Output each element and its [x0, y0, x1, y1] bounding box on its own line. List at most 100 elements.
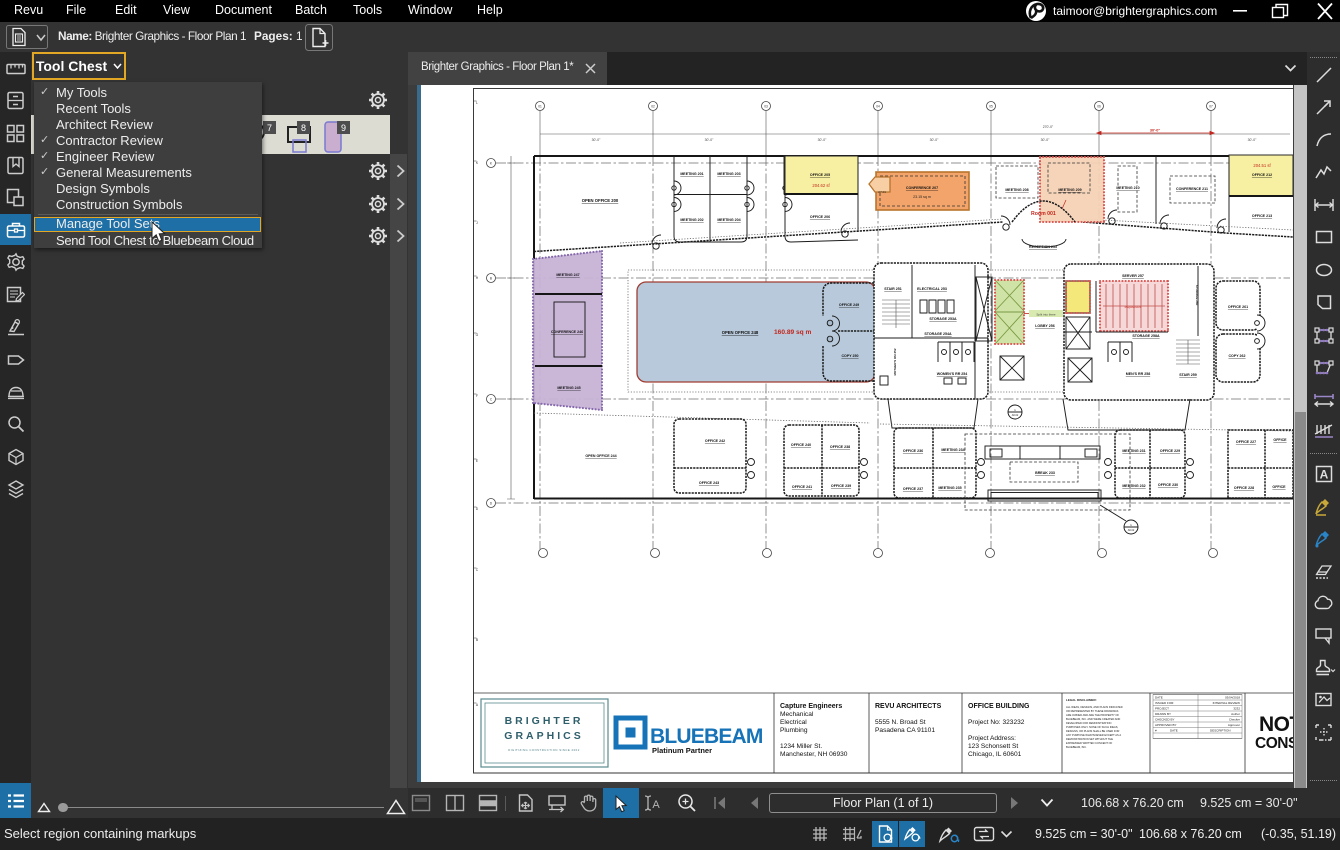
svg-text:ARE OWNED AND ARE THE PROPERTY: ARE OWNED AND ARE THE PROPERTY OF [1066, 713, 1119, 717]
svg-text:RECEPTION 255: RECEPTION 255 [1029, 245, 1057, 249]
svg-text:9: 9 [341, 123, 346, 133]
svg-text:MEETING 231: MEETING 231 [1122, 449, 1145, 453]
svg-text:Checker: Checker [1229, 718, 1240, 722]
svg-text:OFFICE: OFFICE [1273, 438, 1287, 442]
svg-text:DATE: DATE [1170, 729, 1178, 733]
svg-text:OFFICE 206: OFFICE 206 [810, 215, 830, 219]
svg-text:STAIR 251: STAIR 251 [884, 287, 902, 291]
svg-text:MEETING 202: MEETING 202 [680, 218, 703, 222]
svg-text:OFFICE 237: OFFICE 237 [903, 487, 923, 491]
svg-text:STORAGE 253A: STORAGE 253A [929, 317, 957, 321]
svg-text:Chicago, IL 60601: Chicago, IL 60601 [968, 751, 1022, 758]
svg-text:OFFICE 238: OFFICE 238 [830, 445, 850, 449]
svg-text:STAIR 259: STAIR 259 [1179, 373, 1197, 377]
svg-text:Pasadena CA 91101: Pasadena CA 91101 [875, 727, 935, 734]
svg-text:Room 001: Room 001 [1031, 211, 1056, 217]
svg-text:Author: Author [1231, 712, 1240, 716]
svg-text:Approver: Approver [1228, 723, 1240, 727]
svg-text:CONFERENCE 211: CONFERENCE 211 [1176, 187, 1208, 191]
svg-text:3232: 3232 [1233, 707, 1240, 711]
svg-text:Plumbing: Plumbing [780, 727, 808, 734]
svg-text:MEETING 245: MEETING 245 [557, 386, 580, 390]
svg-text:GRAPHICS: GRAPHICS [504, 730, 583, 742]
svg-text:OFFICE BUILDING: OFFICE BUILDING [968, 703, 1030, 710]
svg-text:204.51 sf: 204.51 sf [1253, 163, 1271, 168]
svg-text:OFFICE 205: OFFICE 205 [810, 173, 830, 177]
svg-text:OFFICE 239: OFFICE 239 [831, 484, 851, 488]
svg-text:270'-0": 270'-0" [1043, 125, 1054, 129]
svg-text:REVU ARCHITECTS: REVU ARCHITECTS [875, 703, 942, 710]
svg-text:01: 01 [538, 105, 542, 109]
svg-text:Manchester, NH 06930: Manchester, NH 06930 [780, 751, 848, 758]
svg-text:OFFICE 213: OFFICE 213 [1252, 214, 1272, 218]
svg-text:STORAGE 258A: STORAGE 258A [1132, 334, 1160, 338]
svg-text:MEETING 208: MEETING 208 [1005, 188, 1028, 192]
svg-text:30'-0": 30'-0" [1150, 129, 1161, 133]
svg-text:ALL IDEAS, DESIGNS, AND PLANS: ALL IDEAS, DESIGNS, AND PLANS INDICATED [1066, 705, 1123, 709]
svg-text:30'-0": 30'-0" [818, 138, 827, 142]
svg-text:DEVELOPED FOR DEMONSTRATION: DEVELOPED FOR DEMONSTRATION [1066, 721, 1111, 725]
svg-text:MEETING 210: MEETING 210 [1116, 186, 1139, 190]
svg-text:160.89 sq m: 160.89 sq m [774, 329, 812, 336]
svg-text:Mechanical: Mechanical [780, 711, 814, 718]
svg-text:07: 07 [1209, 105, 1213, 109]
svg-text:A6.02: A6.02 [1012, 414, 1019, 417]
svg-text:CONSTRUCTION: CONSTRUCTION [1255, 735, 1293, 752]
svg-text:DATE: DATE [1155, 696, 1163, 700]
svg-text:OFFICE 242: OFFICE 242 [705, 439, 725, 443]
svg-text:MEETING 247: MEETING 247 [556, 273, 579, 277]
svg-text:DESIGNS, OR PLANS SHALL BE USE: DESIGNS, OR PLANS SHALL BE USED FOR [1066, 729, 1120, 733]
svg-text:DIGITIZING CONSTRUCTION SINCE: DIGITIZING CONSTRUCTION SINCE 2002 [508, 748, 580, 752]
svg-text:Split into three: Split into three [1036, 313, 1056, 317]
svg-text:Project No: 323232: Project No: 323232 [968, 719, 1025, 726]
svg-text:OFFICE 230: OFFICE 230 [1158, 483, 1178, 487]
svg-text:03/04/2018: 03/04/2018 [1225, 696, 1240, 700]
svg-text:30'-0": 30'-0" [1248, 138, 1257, 142]
svg-text:5555 N. Broad St: 5555 N. Broad St [875, 719, 926, 726]
svg-text:BREAK 233: BREAK 233 [1035, 471, 1055, 475]
svg-text:Capture Engineers: Capture Engineers [780, 703, 842, 710]
svg-text:NOT FOR: NOT FOR [1259, 713, 1293, 736]
svg-text:A7.01: A7.01 [878, 190, 886, 194]
svg-text:A: A [1319, 468, 1328, 482]
svg-text:DRAWN BY: DRAWN BY [1155, 712, 1171, 716]
svg-text:BLUEBEAM: BLUEBEAM [650, 725, 763, 748]
svg-text:05: 05 [989, 105, 993, 109]
svg-text:BLUEBEAM, INC. AND WERE CREATE: BLUEBEAM, INC. AND WERE CREATED AND [1066, 717, 1120, 721]
svg-text:MEETING 203: MEETING 203 [717, 172, 740, 176]
svg-text:OFFICE 249: OFFICE 249 [839, 303, 859, 307]
svg-text:COPY 262: COPY 262 [1228, 354, 1245, 358]
svg-text:1234 Miller St.: 1234 Miller St. [780, 743, 822, 750]
svg-text:COPY 250: COPY 250 [841, 354, 858, 358]
svg-text:7: 7 [267, 123, 272, 133]
svg-text:MEETING 235: MEETING 235 [938, 486, 961, 490]
svg-text:02: 02 [651, 105, 655, 109]
svg-text:L: L [476, 101, 478, 105]
svg-text:OFFICE 261: OFFICE 261 [1228, 305, 1248, 309]
svg-text:OFFICE 240: OFFICE 240 [791, 443, 811, 447]
svg-text:J: J [476, 221, 478, 225]
svg-text:LOBBY 256: LOBBY 256 [1035, 324, 1055, 328]
svg-text:INTERNAL REVIEW: INTERNAL REVIEW [1213, 701, 1241, 705]
svg-text:ANY PURPOSE WHATSOEVER EXCEPT: ANY PURPOSE WHATSOEVER EXCEPT AS A [1066, 733, 1121, 737]
svg-text:BRIGHTER: BRIGHTER [505, 715, 584, 727]
svg-text:BLUEBEAM, INC.: BLUEBEAM, INC. [1066, 745, 1087, 749]
svg-text:06: 06 [1097, 105, 1101, 109]
svg-text:STORAGE 254A: STORAGE 254A [924, 332, 952, 336]
svg-text:F: F [476, 394, 478, 398]
svg-text:PROJECT: PROJECT [1155, 707, 1169, 711]
svg-text:CONFERENCE 207: CONFERENCE 207 [906, 186, 938, 190]
svg-text:OFFICE 243: OFFICE 243 [699, 481, 719, 485]
svg-text:CONFERENCE 246: CONFERENCE 246 [551, 330, 583, 334]
svg-text:8: 8 [301, 123, 306, 133]
svg-text:OR REPRESENTED BY THESE DRAWIN: OR REPRESENTED BY THESE DRAWINGS [1066, 709, 1119, 713]
svg-text:23.15 sq m: 23.15 sq m [913, 195, 931, 199]
svg-text:CHECKED BY: CHECKED BY [1155, 718, 1175, 722]
svg-text:Platinum Partner: Platinum Partner [652, 746, 712, 755]
svg-text:OPEN OFFICE 248: OPEN OFFICE 248 [722, 330, 759, 335]
svg-text:A: A [652, 799, 660, 811]
svg-text:DEMONSTRATION SET WITHOUT THE: DEMONSTRATION SET WITHOUT THE [1066, 737, 1113, 741]
svg-text:OPEN OFFICE 244: OPEN OFFICE 244 [585, 454, 616, 458]
svg-text:SERVER 257: SERVER 257 [1122, 274, 1144, 278]
svg-text:MEETING 204: MEETING 204 [717, 218, 740, 222]
